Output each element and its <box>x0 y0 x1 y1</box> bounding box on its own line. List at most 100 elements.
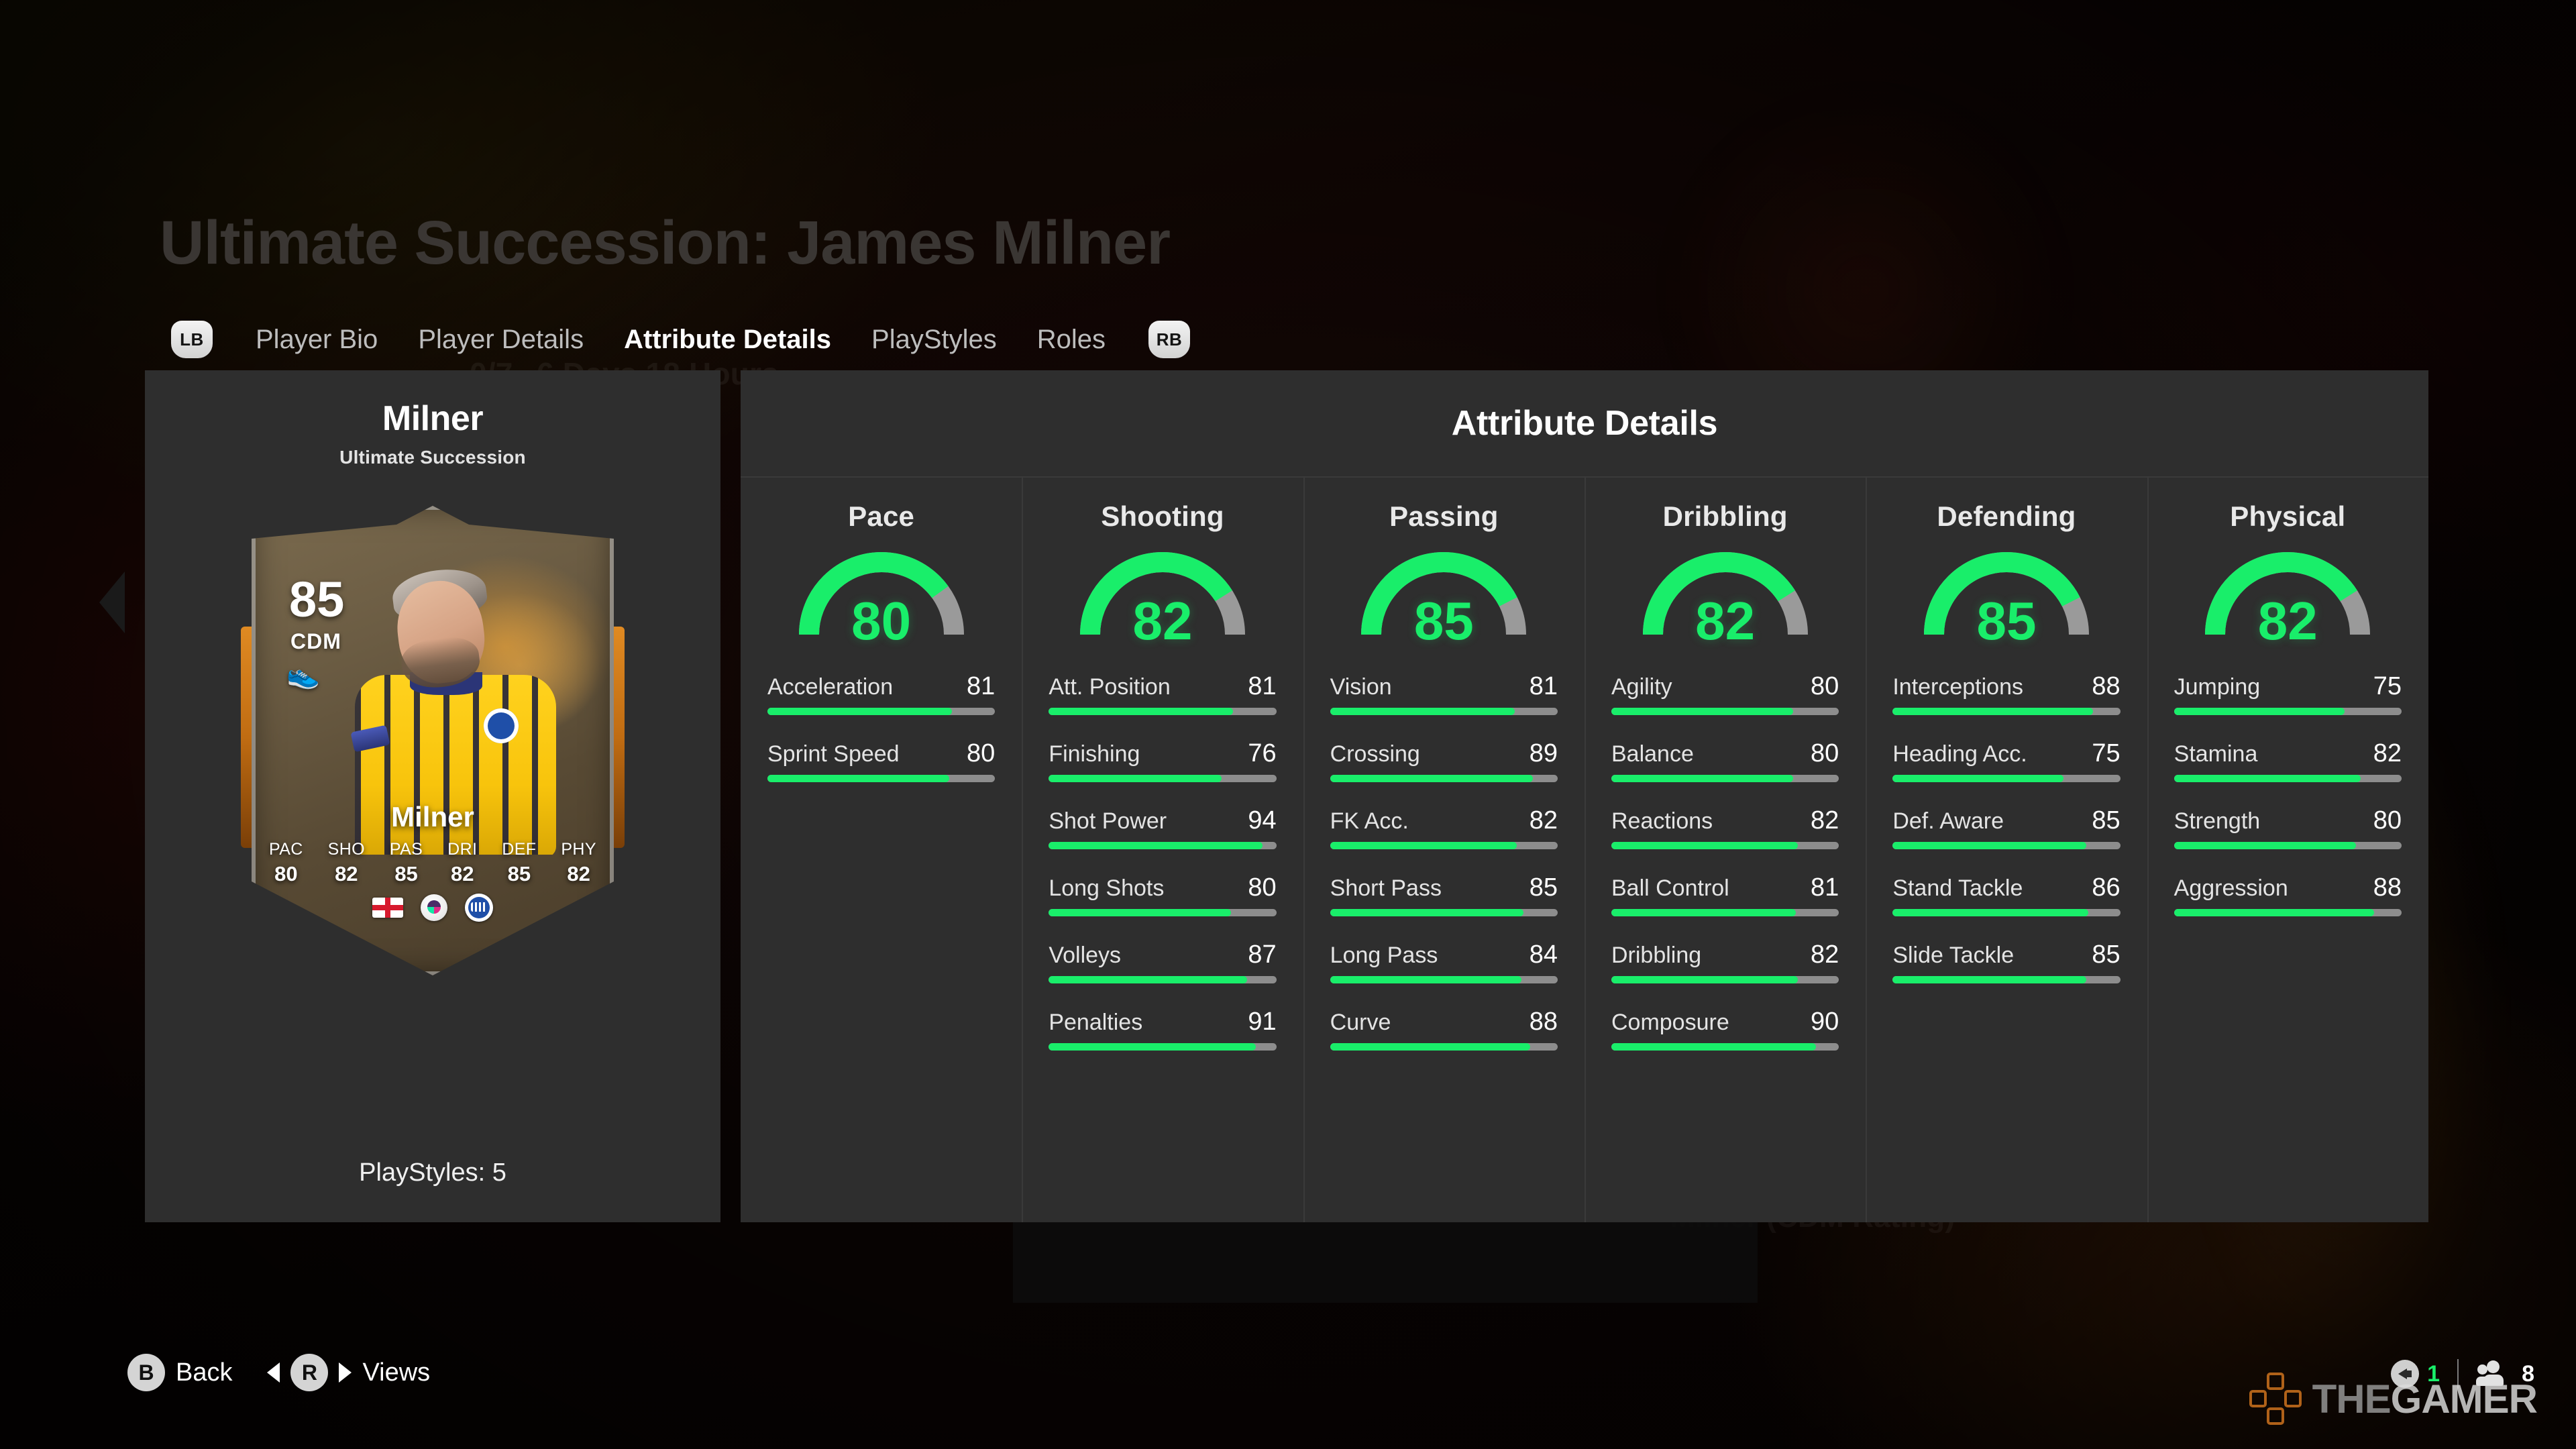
attribute-stat-header: Vision 81 <box>1330 672 1558 701</box>
attribute-stat-row: Finishing 76 <box>1049 739 1277 782</box>
attribute-overall-value: 82 <box>1695 591 1756 651</box>
r-stick-button-icon: R <box>290 1354 329 1391</box>
attribute-stat-label: Reactions <box>1611 808 1713 834</box>
attribute-stat-header: Slide Tackle 85 <box>1892 941 2120 969</box>
attribute-stat-bar-fill <box>1611 909 1796 916</box>
attribute-stat-value: 91 <box>1248 1008 1277 1036</box>
attribute-overall-value: 85 <box>1413 591 1474 651</box>
attribute-stat-bar-fill <box>1330 708 1515 715</box>
attribute-stat-label: Att. Position <box>1049 674 1171 700</box>
attribute-stat-header: Stamina 82 <box>2174 739 2402 768</box>
attribute-stat-value: 86 <box>2092 873 2121 902</box>
attribute-stat-bar-fill <box>1049 842 1263 849</box>
attribute-stat-bar-fill <box>1330 775 1533 782</box>
attribute-stat-value: 80 <box>2373 806 2402 835</box>
attribute-stat-bar <box>1611 842 1839 849</box>
card-stat-row: PAC 80 SHO 82 PAS 85 DRI 82 DEF 85 PHY 8… <box>269 840 596 886</box>
attribute-stat-list: Vision 81 Crossing 89 FK Acc. 82 Short Pass 85 L… <box>1330 672 1558 1075</box>
attribute-stat-value: 82 <box>1811 941 1839 969</box>
card-stat-phy-value: 82 <box>567 862 590 885</box>
attribute-stat-bar <box>1330 976 1558 983</box>
attribute-columns: Pace 80 Acceleration 81 Sprint Speed 80 Shooti… <box>741 478 2428 1222</box>
attribute-stat-bar-fill <box>1611 842 1799 849</box>
england-flag-icon <box>372 898 403 918</box>
attribute-stat-header: Heading Acc. 75 <box>1892 739 2120 768</box>
back-prompt[interactable]: B Back <box>127 1354 232 1391</box>
attribute-stat-label: Penalties <box>1049 1010 1143 1035</box>
tab-attribute-details[interactable]: Attribute Details <box>604 325 851 355</box>
tab-bar: LB Player Bio Player Details Attribute D… <box>171 315 1191 364</box>
tab-playstyles[interactable]: PlayStyles <box>851 325 1017 355</box>
attribute-stat-header: Composure 90 <box>1611 1008 1839 1036</box>
views-prompt[interactable]: R Views <box>267 1354 430 1391</box>
attribute-stat-row: Heading Acc. 75 <box>1892 739 2121 782</box>
attribute-stat-header: Volleys 87 <box>1049 941 1276 969</box>
card-stat-dri-value: 82 <box>451 862 474 885</box>
attribute-stat-bar <box>1892 976 2121 983</box>
attribute-stat-label: Crossing <box>1330 741 1420 767</box>
attribute-column-dribbling: Dribbling 82 Agility 80 Balance 80 Reactions 82… <box>1584 478 1866 1222</box>
attribute-stat-label: Ball Control <box>1611 875 1729 901</box>
attribute-stat-value: 81 <box>1529 672 1558 700</box>
card-stat-phy-key: PHY <box>561 840 596 859</box>
attribute-stat-value: 85 <box>2092 806 2121 835</box>
attribute-stat-bar <box>1330 1043 1558 1051</box>
attribute-column-title: Shooting <box>1101 500 1224 532</box>
attribute-stat-bar <box>1611 1043 1839 1051</box>
attribute-stat-value: 88 <box>2373 873 2402 902</box>
attribute-stat-bar <box>1330 842 1558 849</box>
attribute-overall-value: 82 <box>2257 591 2318 651</box>
attribute-overall-gauge: 82 <box>1065 542 1260 648</box>
card-stat-sho-key: SHO <box>327 840 365 859</box>
attribute-stat-bar-fill <box>767 775 950 782</box>
tab-roles[interactable]: Roles <box>1017 325 1126 355</box>
player-photo-club-crest <box>484 708 519 743</box>
card-rating: 85 <box>289 572 345 627</box>
card-position: CDM <box>290 629 341 653</box>
attribute-stat-bar <box>1330 708 1558 715</box>
previous-player-arrow-icon[interactable] <box>99 572 125 633</box>
tab-player-bio[interactable]: Player Bio <box>235 325 398 355</box>
attribute-stat-header: Reactions 82 <box>1611 806 1839 835</box>
attribute-stat-label: Curve <box>1330 1010 1391 1035</box>
attribute-stat-row: Vision 81 <box>1330 672 1558 715</box>
attribute-stat-row: Strength 80 <box>2174 806 2402 849</box>
card-stat-sho: SHO 82 <box>328 840 365 886</box>
attribute-stat-header: Acceleration 81 <box>767 672 995 701</box>
premier-league-icon <box>421 894 447 921</box>
attribute-stat-header: Long Shots 80 <box>1049 873 1276 902</box>
attribute-stat-label: Finishing <box>1049 741 1140 767</box>
left-bumper-icon[interactable]: LB <box>171 321 213 358</box>
attribute-stat-bar <box>1049 775 1277 782</box>
attribute-stat-row: Aggression 88 <box>2174 873 2402 916</box>
brighton-club-crest-icon <box>465 894 493 922</box>
attribute-stat-list: Agility 80 Balance 80 Reactions 82 Ball Contro… <box>1611 672 1839 1075</box>
panel-drop-shadow <box>1013 1222 1758 1303</box>
attribute-stat-label: Heading Acc. <box>1892 741 2027 767</box>
card-stat-def: DEF 85 <box>502 840 536 886</box>
tab-player-details[interactable]: Player Details <box>398 325 604 355</box>
attribute-stat-label: Interceptions <box>1892 674 2023 700</box>
fut-player-card[interactable]: 85 CDM 👟 Milner PAC 80 SHO 82 PAS 85 DRI <box>241 506 625 975</box>
attribute-column-title: Passing <box>1389 500 1499 532</box>
attribute-stat-row: Shot Power 94 <box>1049 806 1277 849</box>
attribute-stat-header: Crossing 89 <box>1330 739 1558 768</box>
attribute-stat-row: Crossing 89 <box>1330 739 1558 782</box>
attribute-stat-bar-fill <box>1892 909 2089 916</box>
attribute-overall-gauge: 82 <box>2190 542 2385 648</box>
right-bumper-icon[interactable]: RB <box>1148 321 1191 358</box>
attribute-stat-bar-fill <box>1330 1043 1531 1051</box>
attribute-stat-list: Interceptions 88 Heading Acc. 75 Def. Aware 8… <box>1892 672 2121 1008</box>
attribute-stat-row: Interceptions 88 <box>1892 672 2121 715</box>
card-stat-pas: PAS 85 <box>390 840 423 886</box>
attribute-stat-header: Aggression 88 <box>2174 873 2402 902</box>
attribute-stat-bar <box>1892 909 2121 916</box>
attribute-stat-value: 82 <box>2373 739 2402 767</box>
attribute-stat-value: 84 <box>1529 941 1558 969</box>
attribute-stat-row: Curve 88 <box>1330 1008 1558 1051</box>
card-stat-dri-key: DRI <box>447 840 478 859</box>
content-panels: Milner Ultimate Succession 85 CDM 👟 Miln… <box>145 370 2428 1222</box>
attribute-stat-bar-fill <box>1611 976 1799 983</box>
attribute-stat-value: 85 <box>1529 873 1558 902</box>
attribute-stat-bar-fill <box>2174 708 2345 715</box>
